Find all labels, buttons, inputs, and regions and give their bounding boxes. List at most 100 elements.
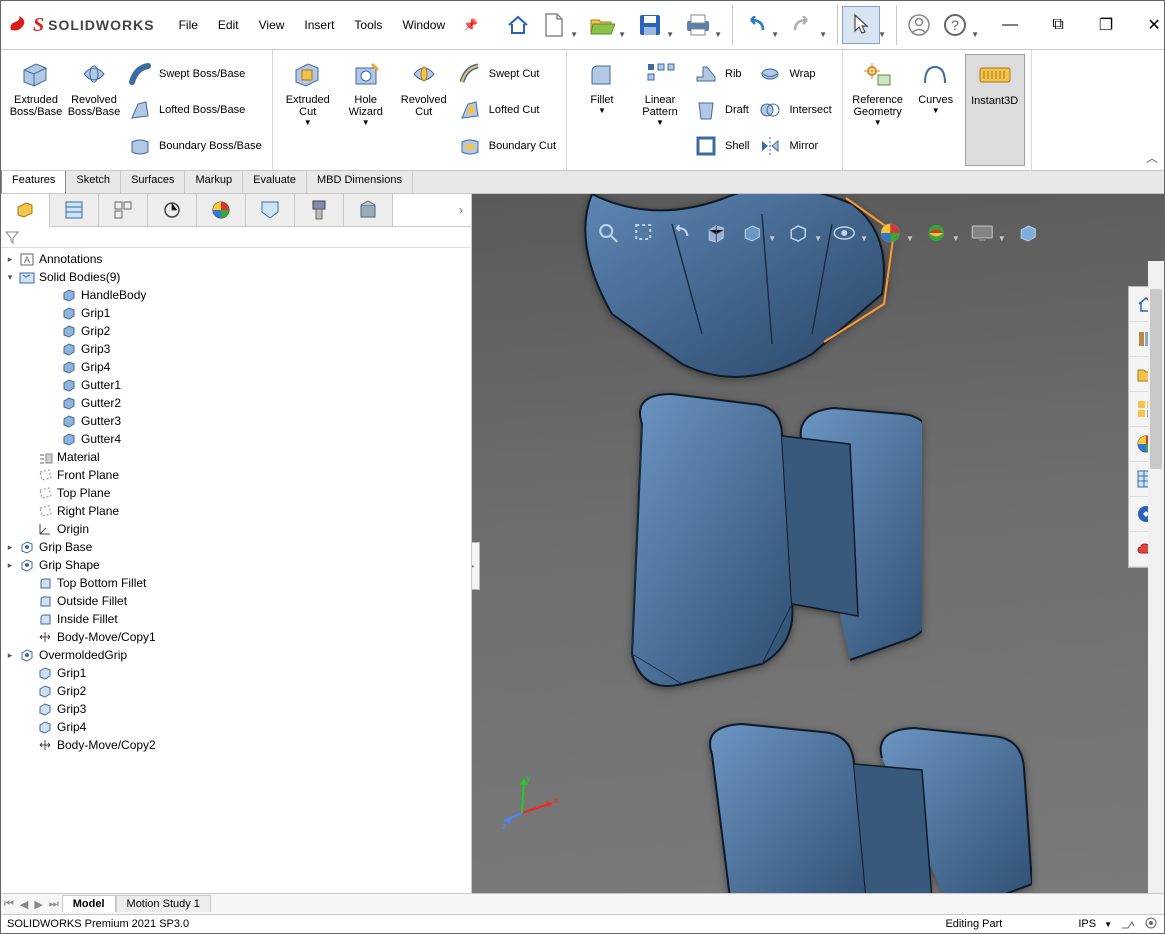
tab-sketch[interactable]: Sketch [66, 171, 121, 193]
tab-features[interactable]: Features [1, 170, 66, 193]
tree-node[interactable]: Body-Move/Copy1 [1, 628, 471, 646]
tab-surfaces[interactable]: Surfaces [121, 171, 185, 193]
tab-nav-last[interactable]: ⏭ [46, 898, 62, 911]
tab-nav-next[interactable]: ▶ [31, 898, 45, 911]
hole-wizard-button[interactable]: Hole Wizard▼ [337, 54, 395, 166]
swept-cut-button[interactable]: Swept Cut [453, 56, 560, 92]
view-settings-button[interactable] [968, 220, 996, 246]
tree-node[interactable]: Top Plane [1, 484, 471, 502]
minimize-button[interactable]: — [989, 10, 1031, 40]
tree-node[interactable]: Grip4 [1, 358, 471, 376]
pin-icon[interactable]: 📌 [463, 17, 478, 33]
status-gear-icon[interactable] [1144, 916, 1158, 933]
extruded-cut-button[interactable]: Extruded Cut▼ [279, 54, 337, 166]
tree-node[interactable]: Front Plane [1, 466, 471, 484]
new-button[interactable] [536, 7, 572, 43]
menu-window[interactable]: Window [394, 14, 453, 36]
tree-node[interactable]: Grip4 [1, 718, 471, 736]
undo-button[interactable] [737, 7, 773, 43]
motion-study-tab[interactable]: Motion Study 1 [116, 895, 211, 912]
menu-insert[interactable]: Insert [296, 14, 342, 36]
lofted-cut-button[interactable]: Lofted Cut [453, 92, 560, 128]
help-button[interactable]: ? [937, 7, 973, 43]
tree-node[interactable]: ▸OvermoldedGrip [1, 646, 471, 664]
tree-node[interactable]: Grip2 [1, 682, 471, 700]
hide-show-button[interactable] [830, 220, 858, 246]
revolved-cut-button[interactable]: Revolved Cut [395, 54, 453, 166]
tab-evaluate[interactable]: Evaluate [243, 171, 307, 193]
tree-node[interactable]: ▸AAnnotations [1, 250, 471, 268]
tree-node[interactable]: Grip1 [1, 664, 471, 682]
flyout-tree-handle[interactable]: ▸ [472, 542, 480, 590]
draft-button[interactable]: Draft [689, 92, 753, 128]
display-manager-tab[interactable] [197, 194, 246, 226]
cam-tree-tab[interactable] [295, 194, 344, 226]
cam-manager-tab[interactable] [246, 194, 295, 226]
menu-tools[interactable]: Tools [346, 14, 390, 36]
menu-file[interactable]: File [171, 14, 206, 36]
dropdown-icon[interactable]: ▼ [860, 234, 868, 243]
mirror-button[interactable]: Mirror [753, 128, 835, 164]
redo-button[interactable] [785, 7, 821, 43]
feature-manager-tab[interactable] [1, 194, 50, 227]
expand-icon[interactable]: ▸ [5, 650, 15, 661]
linear-pattern-button[interactable]: Linear Pattern▼ [631, 54, 689, 166]
tree-node[interactable]: Gutter1 [1, 376, 471, 394]
save-button[interactable] [632, 7, 668, 43]
tree-node[interactable]: Right Plane [1, 502, 471, 520]
tree-node[interactable]: Grip3 [1, 700, 471, 718]
dropdown-icon[interactable]: ▼ [768, 234, 776, 243]
render-button[interactable] [1014, 220, 1042, 246]
dimxpert-manager-tab[interactable] [148, 194, 197, 226]
graphics-viewport[interactable]: ▸ [472, 194, 1164, 893]
extruded-boss-button[interactable]: Extruded Boss/Base [7, 54, 65, 166]
open-button[interactable] [584, 7, 620, 43]
zoom-area-button[interactable] [630, 220, 658, 246]
apply-scene-button[interactable] [922, 220, 950, 246]
tree-node[interactable]: Gutter2 [1, 394, 471, 412]
boundary-boss-button[interactable]: Boundary Boss/Base [123, 128, 266, 164]
tree-node[interactable]: Body-Move/Copy2 [1, 736, 471, 754]
view-orientation-button[interactable] [738, 220, 766, 246]
revolved-boss-button[interactable]: Revolved Boss/Base [65, 54, 123, 166]
tree-node[interactable]: Grip1 [1, 304, 471, 322]
intersect-button[interactable]: Intersect [753, 92, 835, 128]
zoom-fit-button[interactable] [594, 220, 622, 246]
feature-tree[interactable]: ▸AAnnotations▾Solid Bodies(9)HandleBodyG… [1, 248, 471, 893]
tree-node[interactable]: ▸Grip Shape [1, 556, 471, 574]
tree-filter[interactable] [1, 227, 471, 248]
property-manager-tab[interactable] [50, 194, 99, 226]
curves-button[interactable]: Curves▼ [907, 54, 965, 166]
menu-edit[interactable]: Edit [210, 14, 247, 36]
dropdown-icon[interactable]: ▼ [1104, 920, 1112, 929]
fillet-button[interactable]: Fillet▼ [573, 54, 631, 166]
rib-button[interactable]: Rib [689, 56, 753, 92]
tree-node[interactable]: ▸Grip Base [1, 538, 471, 556]
tree-node[interactable]: Grip3 [1, 340, 471, 358]
view-triad[interactable]: x y z [502, 773, 562, 833]
lofted-boss-button[interactable]: Lofted Boss/Base [123, 92, 266, 128]
status-icon[interactable] [1120, 916, 1136, 933]
section-view-button[interactable] [702, 220, 730, 246]
boundary-cut-button[interactable]: Boundary Cut [453, 128, 560, 164]
tree-node[interactable]: Gutter3 [1, 412, 471, 430]
restore-button[interactable]: ❐ [1085, 10, 1127, 40]
expand-icon[interactable]: ▸ [5, 560, 15, 571]
home-button[interactable] [500, 7, 536, 43]
swept-boss-button[interactable]: Swept Boss/Base [123, 56, 266, 92]
wrap-button[interactable]: Wrap [753, 56, 835, 92]
display-style-button[interactable] [784, 220, 812, 246]
maximize-small-button[interactable]: ⧉ [1037, 10, 1079, 40]
flyout-icon[interactable]: › [451, 194, 471, 226]
tree-node[interactable]: Top Bottom Fillet [1, 574, 471, 592]
model-tab[interactable]: Model [62, 895, 116, 912]
tree-node[interactable]: Grip2 [1, 322, 471, 340]
configuration-manager-tab[interactable] [99, 194, 148, 226]
dropdown-icon[interactable]: ▼ [906, 234, 914, 243]
print-button[interactable] [680, 7, 716, 43]
tree-scrollbar[interactable] [1148, 261, 1164, 893]
tab-markup[interactable]: Markup [185, 171, 243, 193]
scrollbar-thumb[interactable] [1150, 289, 1162, 469]
tree-node[interactable]: HandleBody [1, 286, 471, 304]
tab-mbd[interactable]: MBD Dimensions [307, 171, 413, 193]
